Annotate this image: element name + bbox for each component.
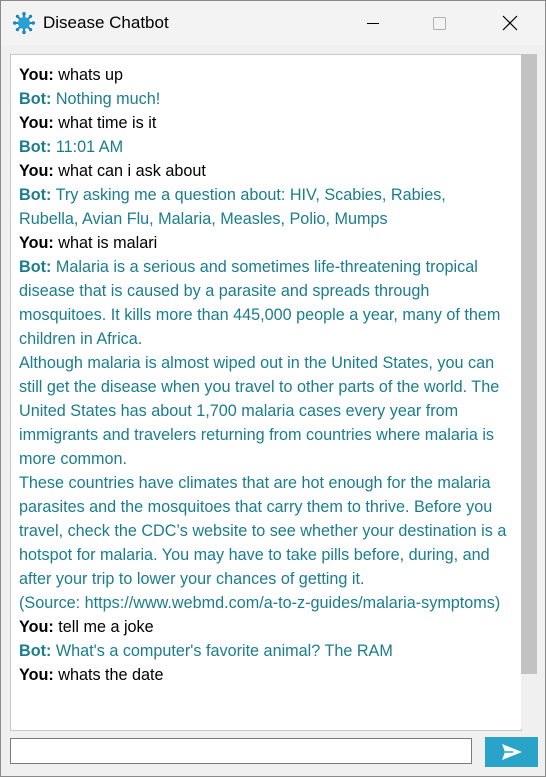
virus-icon [13, 12, 35, 34]
speaker-label: Bot: [19, 642, 52, 660]
user-message: You: what time is it [19, 111, 509, 135]
title-bar[interactable]: Disease Chatbot [1, 1, 545, 45]
speaker-label: You: [19, 66, 54, 84]
message-text: tell me a joke [58, 618, 154, 636]
user-message: You: whats the date [19, 663, 509, 687]
speaker-label: You: [19, 234, 54, 252]
send-button[interactable] [485, 737, 538, 767]
bot-message: Bot: Malaria is a serious and sometimes … [19, 255, 509, 615]
speaker-label: Bot: [19, 258, 52, 276]
bot-message: Bot: What's a computer's favorite animal… [19, 639, 509, 663]
speaker-label: You: [19, 618, 54, 636]
user-message: You: what can i ask about [19, 159, 509, 183]
message-input[interactable] [10, 738, 472, 764]
message-paragraph: (Source: https://www.webmd.com/a-to-z-gu… [19, 594, 501, 612]
speaker-label: You: [19, 114, 54, 132]
bot-message: Bot: Nothing much! [19, 87, 509, 111]
message-text: What's a computer's favorite animal? The… [55, 642, 393, 660]
message-text: what is malari [58, 234, 158, 252]
chat-log-area[interactable]: You: whats up Bot: Nothing much! You: what… [10, 54, 522, 731]
message-text: Nothing much! [55, 90, 161, 108]
window-title: Disease Chatbot [43, 13, 169, 32]
minimize-icon [367, 23, 379, 24]
message-paragraph: These countries have climates that are h… [19, 474, 507, 588]
chat-scrollbar[interactable] [521, 54, 537, 729]
message-text: 11:01 AM [55, 138, 124, 156]
message-paragraph: Although malaria is almost wiped out in … [19, 354, 500, 468]
message-text: what can i ask about [58, 162, 206, 180]
user-message: You: whats up [19, 63, 509, 87]
scrollbar-thumb[interactable] [521, 54, 537, 674]
speaker-label: You: [19, 162, 54, 180]
bot-message: Bot: Try asking me a question about: HIV… [19, 183, 509, 231]
speaker-label: Bot: [19, 90, 52, 108]
bot-message: Bot: 11:01 AM [19, 135, 509, 159]
close-button[interactable] [485, 1, 531, 45]
user-message: You: tell me a joke [19, 615, 509, 639]
minimize-button[interactable] [354, 1, 400, 45]
user-message: You: what is malari [19, 231, 509, 255]
close-icon [502, 15, 518, 31]
send-arrow-icon [502, 744, 522, 760]
chat-log: You: whats up Bot: Nothing much! You: what… [19, 63, 509, 687]
speaker-label: You: [19, 666, 54, 684]
message-text: Malaria is a serious and sometimes life-… [19, 258, 501, 348]
message-text: Try asking me a question about: HIV, Sca… [19, 186, 446, 228]
maximize-button[interactable] [415, 1, 461, 45]
maximize-icon [433, 17, 446, 30]
speaker-label: Bot: [19, 186, 52, 204]
chatbot-window: Disease Chatbot You: whats up Bot: Nothin… [0, 0, 546, 777]
message-text: whats up [58, 66, 124, 84]
message-text: whats the date [58, 666, 164, 684]
message-text: what time is it [58, 114, 157, 132]
speaker-label: Bot: [19, 138, 52, 156]
